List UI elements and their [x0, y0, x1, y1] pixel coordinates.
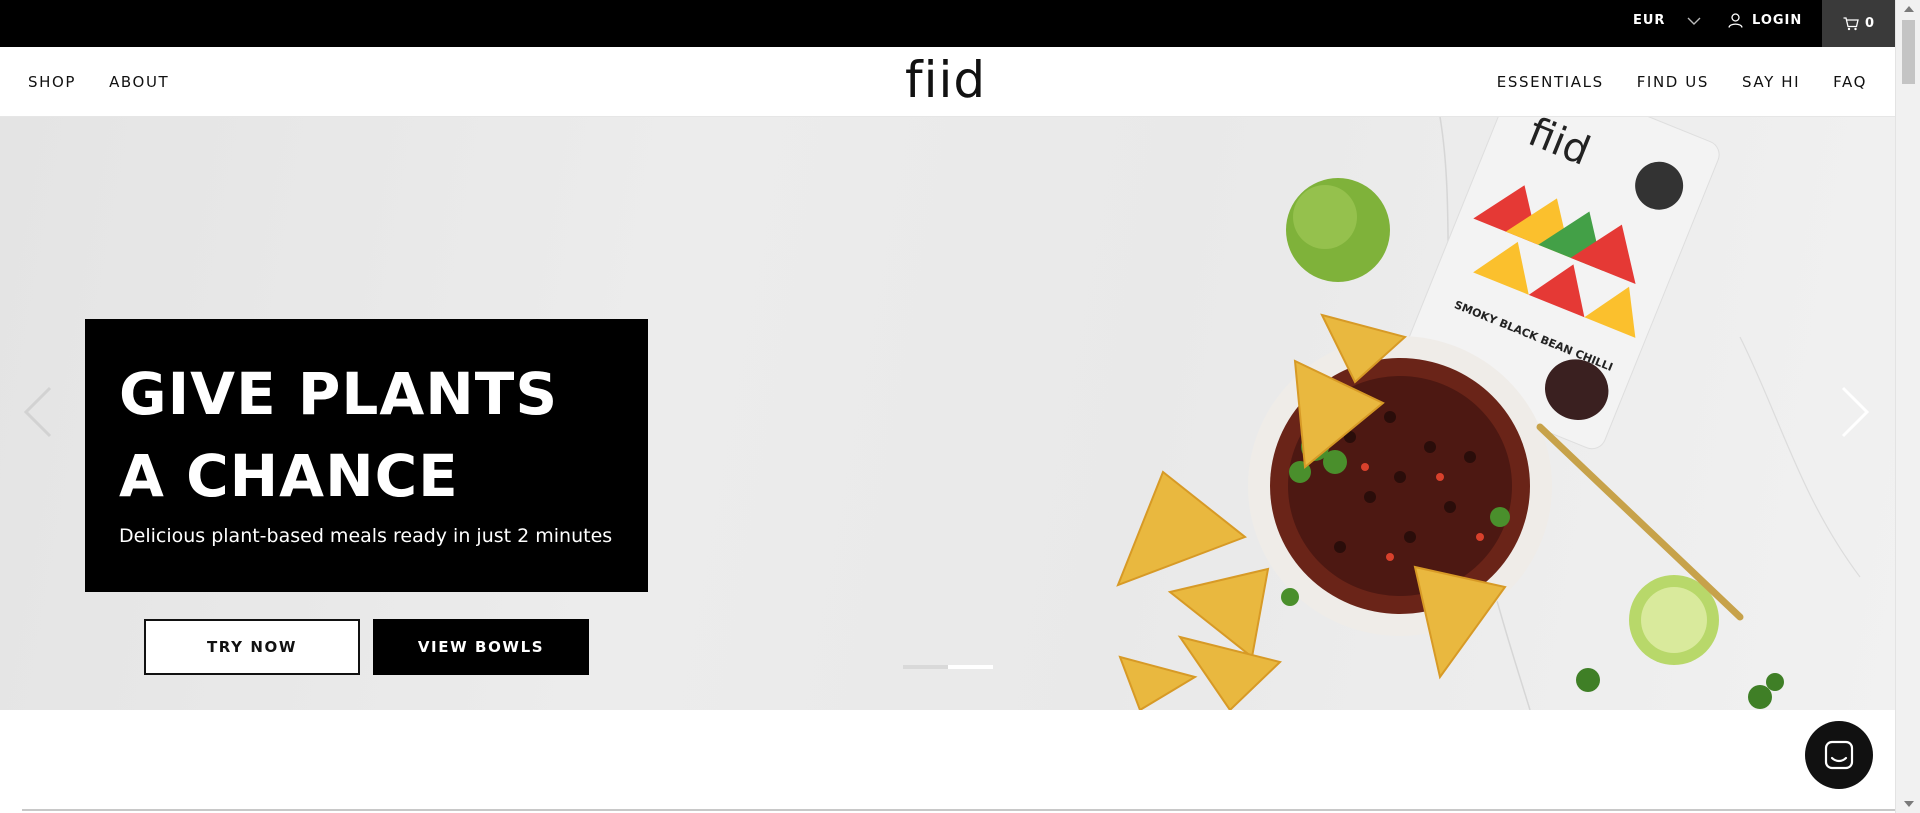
hero-card: GIVE PLANTS A CHANCE Delicious plant-bas…	[85, 319, 648, 592]
cart-icon	[1843, 16, 1859, 30]
nav-item-shop[interactable]: SHOP	[28, 73, 76, 91]
hero-title: GIVE PLANTS A CHANCE	[119, 353, 558, 517]
logo[interactable]: fiid	[905, 55, 986, 105]
nav-right: ESSENTIALS FIND US SAY HI FAQ	[1497, 73, 1867, 91]
scrollbar[interactable]	[1895, 0, 1920, 813]
view-bowls-button[interactable]: VIEW BOWLS	[373, 619, 589, 675]
nav-item-say-hi[interactable]: SAY HI	[1742, 73, 1800, 91]
nav-item-about[interactable]: ABOUT	[109, 73, 169, 91]
try-now-button[interactable]: TRY NOW	[144, 619, 360, 675]
currency-label: EUR	[1633, 13, 1666, 28]
scrollbar-thumb[interactable]	[1902, 20, 1915, 84]
nav-left: SHOP ABOUT	[28, 73, 169, 91]
scroll-up-arrow-icon[interactable]	[1904, 6, 1914, 12]
login-label: LOGIN	[1752, 13, 1803, 28]
content-divider	[22, 809, 1895, 811]
chat-widget-button[interactable]	[1805, 721, 1873, 789]
cart-count: 0	[1864, 16, 1875, 31]
scroll-down-arrow-icon[interactable]	[1904, 801, 1914, 807]
user-icon	[1728, 13, 1743, 28]
cart-button[interactable]: 0	[1822, 0, 1895, 47]
hero-slider: fiid SMOKY BLACK BEAN CHILLI GIVE PLANTS…	[0, 117, 1895, 710]
chevron-left-icon[interactable]	[18, 382, 58, 442]
hero-title-line-1: GIVE PLANTS	[119, 360, 559, 428]
nav-item-essentials[interactable]: ESSENTIALS	[1497, 73, 1604, 91]
hero-subtitle: Delicious plant-based meals ready in jus…	[119, 525, 613, 547]
login-link[interactable]: LOGIN	[1728, 13, 1802, 28]
utility-bar: EUR LOGIN 0	[0, 0, 1895, 47]
slider-dots	[903, 665, 993, 669]
currency-selector[interactable]: EUR	[1633, 13, 1701, 28]
chevron-right-icon[interactable]	[1835, 382, 1875, 442]
hero-title-line-2: A CHANCE	[119, 442, 459, 510]
page: EUR LOGIN 0 SHOP ABOUT fiid ESSENTIALS F…	[0, 0, 1895, 813]
nav-item-faq[interactable]: FAQ	[1833, 73, 1867, 91]
chevron-down-icon	[1687, 17, 1701, 25]
hero-food-image: fiid SMOKY BLACK BEAN CHILLI	[1116, 117, 1861, 710]
nav-item-find-us[interactable]: FIND US	[1637, 73, 1709, 91]
slider-dot-1[interactable]	[903, 665, 948, 669]
main-nav: SHOP ABOUT fiid ESSENTIALS FIND US SAY H…	[0, 47, 1895, 117]
slider-dot-2[interactable]	[948, 665, 993, 669]
chat-icon	[1824, 740, 1854, 770]
